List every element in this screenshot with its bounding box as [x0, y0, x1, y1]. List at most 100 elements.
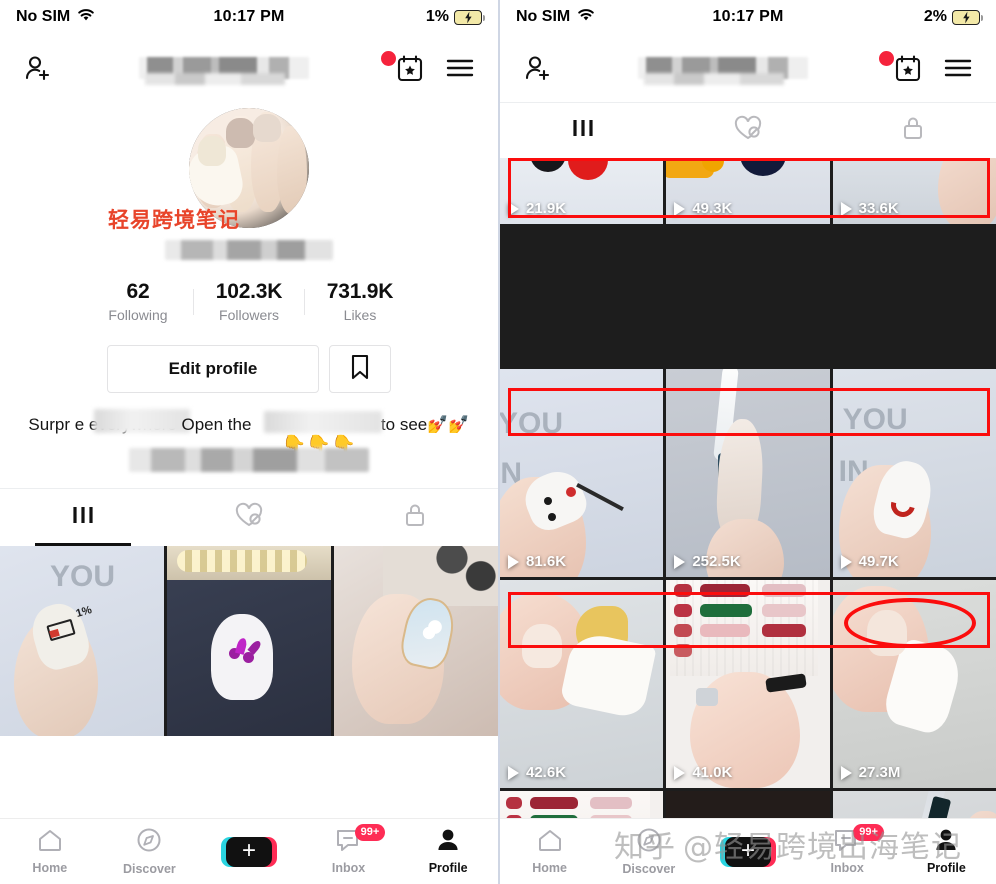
nav-home[interactable]: Home [500, 828, 599, 875]
nav-create[interactable]: + [698, 836, 797, 867]
avatar[interactable] [189, 108, 309, 228]
video-cell[interactable] [334, 545, 498, 736]
video-cell[interactable]: 252.5K [666, 369, 830, 577]
add-person-icon[interactable] [516, 46, 560, 90]
left-phone-screenshot: No SIM 10:17 PM 1% 轻易跨境笔记 62 Following 1… [0, 0, 498, 884]
tab-posts[interactable] [0, 489, 166, 546]
compass-icon [636, 827, 662, 858]
bio-line-2-pre: Open the [181, 415, 252, 434]
stat-value: 731.9K [326, 280, 394, 303]
stat-label: Likes [343, 307, 377, 323]
video-cell[interactable]: 27.3M [832, 580, 996, 788]
edit-profile-button[interactable]: Edit profile [107, 345, 319, 393]
create-plus-icon[interactable]: + [220, 836, 277, 867]
view-count: 81.6K [508, 553, 566, 570]
bookmark-icon [350, 354, 370, 385]
video-cell[interactable]: YOU IN 81.6K [500, 369, 664, 577]
play-icon [674, 554, 686, 569]
play-icon [674, 201, 686, 216]
right-username-area[interactable] [560, 51, 894, 79]
left-username-area[interactable] [60, 51, 396, 79]
home-icon [537, 828, 563, 857]
profile-bio: Surpr e everywhere Open the to see💅💅 👇👇👇 [0, 409, 498, 472]
nav-profile[interactable]: Profile [897, 828, 996, 875]
tab-private[interactable] [831, 103, 996, 158]
left-profile-tabs [0, 487, 498, 546]
nav-discover[interactable]: Discover [100, 827, 200, 876]
nav-inbox[interactable]: 99+ Inbox [798, 824, 897, 875]
calendar-star-icon[interactable] [886, 46, 930, 90]
video-cell[interactable]: 33.6K [832, 158, 996, 224]
bio-emoji-nails: 💅💅 [427, 415, 470, 435]
bio-blur-mask [94, 409, 191, 433]
nav-discover[interactable]: Discover [599, 827, 698, 876]
nav-home[interactable]: Home [0, 828, 100, 875]
calendar-star-icon[interactable] [388, 46, 432, 90]
hamburger-menu-icon[interactable] [936, 46, 980, 90]
view-count-value: 42.6K [526, 764, 567, 781]
view-count: 27.3M [840, 764, 900, 781]
video-cell[interactable] [167, 545, 331, 736]
create-plus-icon[interactable]: + [720, 836, 776, 867]
nav-label: Inbox [331, 861, 366, 875]
right-status-bar: No SIM 10:17 PM 2% [500, 0, 996, 34]
home-icon [37, 828, 63, 857]
nav-inbox[interactable]: 99+ Inbox [299, 824, 399, 875]
bio-line-2-post: to see [380, 415, 428, 434]
profile-stats: 62 Following 102.3K Followers 731.9K Lik… [0, 280, 498, 323]
play-icon [840, 765, 852, 780]
stat-following[interactable]: 62 Following [83, 280, 193, 323]
play-icon [508, 201, 519, 216]
lock-icon [901, 115, 925, 146]
tab-liked[interactable] [665, 103, 830, 158]
nav-create[interactable]: + [199, 836, 299, 867]
right-profile-tabs [500, 102, 996, 158]
tab-posts[interactable] [500, 103, 665, 158]
video-cell[interactable]: 42.6K [500, 580, 664, 788]
play-icon [508, 554, 519, 569]
avatar-container[interactable] [0, 108, 498, 228]
view-count-value: 21.9K [526, 200, 567, 217]
view-count-value: 33.6K [858, 200, 899, 217]
battery-percent-label: 2% [923, 8, 947, 25]
video-cell[interactable]: YOU IN 49.7K [832, 369, 996, 577]
nav-label: Discover [122, 862, 176, 876]
heart-hidden-icon [234, 502, 264, 533]
battery-charging-icon [952, 9, 983, 25]
inbox-badge: 99+ [853, 824, 884, 842]
video-cell[interactable]: YOU 1% [0, 545, 164, 736]
stat-followers[interactable]: 102.3K Followers [194, 280, 304, 323]
left-profile-header [0, 34, 498, 102]
right-profile-header [500, 34, 996, 102]
view-count: 33.6K [840, 200, 899, 217]
video-cell[interactable]: 49.3K [666, 158, 830, 224]
stat-value: 62 [126, 280, 150, 303]
view-count-value: 252.5K [692, 553, 741, 570]
bookmark-button[interactable] [329, 345, 391, 393]
compass-icon [136, 827, 162, 858]
video-cell[interactable]: 41.0K [666, 580, 830, 788]
profile-person-icon [933, 828, 959, 857]
nav-label: Home [532, 861, 567, 875]
hamburger-menu-icon[interactable] [438, 46, 482, 90]
battery-charging-icon [454, 9, 485, 25]
stat-label: Followers [219, 307, 279, 323]
stat-value: 102.3K [215, 280, 283, 303]
status-right: 2% [923, 8, 983, 26]
bio-line-1: Surpr e everywhere [28, 409, 191, 438]
tab-liked[interactable] [166, 489, 332, 546]
nav-profile[interactable]: Profile [398, 828, 498, 875]
notification-dot [381, 51, 396, 66]
video-cell[interactable]: 21.9K [500, 158, 664, 224]
status-right: 1% [426, 8, 485, 26]
stat-likes[interactable]: 731.9K Likes [305, 280, 415, 323]
notification-dot [879, 51, 894, 66]
view-count-value: 49.3K [692, 200, 733, 217]
tab-private[interactable] [332, 489, 498, 546]
view-count: 252.5K [674, 553, 741, 570]
view-count: 42.6K [508, 764, 566, 781]
play-icon [508, 765, 519, 780]
status-time: 10:17 PM [712, 8, 784, 25]
bio-blur-mask [263, 411, 382, 433]
add-person-icon[interactable] [16, 46, 60, 90]
